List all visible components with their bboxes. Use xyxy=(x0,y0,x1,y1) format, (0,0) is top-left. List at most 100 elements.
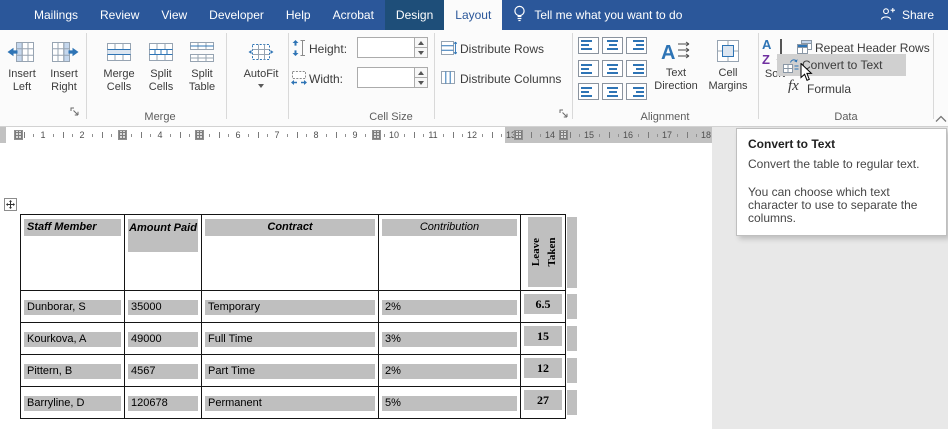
header-cell-contribution[interactable]: Contribution xyxy=(379,215,520,290)
table-cell[interactable]: 5% xyxy=(379,387,520,418)
leave-taken: 27 xyxy=(524,390,562,410)
ruler-column-marker[interactable] xyxy=(14,130,23,140)
table-cell[interactable]: Barryline, D xyxy=(21,387,124,418)
cell-size-dialog-launcher[interactable] xyxy=(559,107,570,125)
formula-button[interactable]: Formula xyxy=(807,82,851,97)
horizontal-ruler: 123456789101112131415161718 xyxy=(0,127,712,143)
tab-acrobat[interactable]: Acrobat xyxy=(322,0,385,30)
tab-layout[interactable]: Layout xyxy=(444,0,502,30)
ruler-tick xyxy=(53,134,54,137)
align-top-center-button[interactable] xyxy=(602,37,623,54)
tab-design[interactable]: Design xyxy=(385,0,444,30)
table-cell[interactable]: Dunborar, S xyxy=(21,291,124,322)
data-group-label: Data xyxy=(762,111,930,123)
ruler-tick xyxy=(336,132,337,138)
share-button[interactable]: Share xyxy=(880,0,934,30)
insert-right-button[interactable]: Insert Right xyxy=(43,35,85,94)
ruler-tick xyxy=(687,132,688,138)
cell-margins-button[interactable]: Cell Margins xyxy=(703,34,753,93)
merge-cells-icon xyxy=(104,35,134,68)
ruler-number: 12 xyxy=(467,130,477,140)
ruler-column-marker[interactable] xyxy=(514,130,523,140)
table-cell[interactable]: 2% xyxy=(379,355,520,386)
tab-developer[interactable]: Developer xyxy=(198,0,275,30)
height-spinner[interactable] xyxy=(414,37,428,58)
split-table-button[interactable]: Split Table xyxy=(181,35,223,94)
ruler-column-marker[interactable] xyxy=(559,130,568,140)
ruler-tick xyxy=(150,134,151,137)
ruler-tick xyxy=(24,132,25,138)
table-cell[interactable]: 12 xyxy=(521,355,565,386)
height-spin-down[interactable] xyxy=(414,47,428,58)
width-spinner[interactable] xyxy=(414,67,428,88)
distribute-rows-button[interactable]: Distribute Rows xyxy=(460,42,544,57)
ruler-number: 17 xyxy=(662,130,672,140)
contribution: 2% xyxy=(382,364,517,379)
ruler-tick xyxy=(72,134,73,137)
collapse-ribbon-button[interactable] xyxy=(935,110,947,128)
ruler-column-marker[interactable] xyxy=(372,130,381,140)
align-bottom-center-button[interactable] xyxy=(602,83,623,100)
split-cells-button[interactable]: Split Cells xyxy=(141,35,181,94)
table-cell[interactable]: Full Time xyxy=(202,323,378,354)
header-cell-amount-paid[interactable]: Amount Paid xyxy=(125,215,201,290)
word-window: Mailings Review View Developer Help Acro… xyxy=(0,0,948,429)
ruler-tick xyxy=(345,134,346,137)
header-contribution-label: Contribution xyxy=(382,219,517,236)
header-cell-contract[interactable]: Contract xyxy=(202,215,378,290)
align-top-right-button[interactable] xyxy=(626,37,647,54)
ribbon-tab-strip: Mailings Review View Developer Help Acro… xyxy=(0,0,948,30)
table-cell[interactable]: Pittern, B xyxy=(21,355,124,386)
align-center-right-button[interactable] xyxy=(626,60,647,77)
tab-help[interactable]: Help xyxy=(275,0,322,30)
ruler-tick xyxy=(228,134,229,137)
table-cell[interactable]: Part Time xyxy=(202,355,378,386)
table-cell[interactable]: Temporary xyxy=(202,291,378,322)
table-move-handle[interactable] xyxy=(4,198,17,211)
width-input[interactable] xyxy=(357,67,415,88)
autofit-button[interactable]: AutoFit xyxy=(238,35,284,88)
table-cell[interactable]: 6.5 xyxy=(521,291,565,322)
rows-columns-dialog-launcher[interactable] xyxy=(70,105,81,123)
align-bottom-right-button[interactable] xyxy=(626,83,647,100)
table-cell[interactable]: 27 xyxy=(521,387,565,418)
ruler-tick xyxy=(531,132,532,138)
table-cell[interactable]: 49000 xyxy=(125,323,201,354)
table-cell[interactable]: Kourkova, A xyxy=(21,323,124,354)
insert-left-button[interactable]: Insert Left xyxy=(1,35,43,94)
ruler-tick xyxy=(131,134,132,137)
tell-me-box[interactable]: Tell me what you want to do xyxy=(512,0,682,30)
header-cell-leave-taken[interactable]: Leave Taken xyxy=(521,215,565,290)
align-center-button[interactable] xyxy=(602,60,623,77)
tab-review[interactable]: Review xyxy=(89,0,150,30)
ruler-tick xyxy=(326,134,327,137)
align-top-left-button[interactable] xyxy=(578,37,599,54)
text-direction-button[interactable]: A Text Direction xyxy=(649,34,703,93)
table-cell[interactable]: Permanent xyxy=(202,387,378,418)
formula-icon: fx xyxy=(788,78,799,95)
tab-mailings[interactable]: Mailings xyxy=(23,0,89,30)
table-cell[interactable]: 3% xyxy=(379,323,520,354)
table-cell[interactable]: 120678 xyxy=(125,387,201,418)
align-center-left-button[interactable] xyxy=(578,60,599,77)
table-cell[interactable]: 15 xyxy=(521,323,565,354)
autofit-dropdown-arrow xyxy=(258,84,264,88)
table-cell[interactable]: 4567 xyxy=(125,355,201,386)
table-cell[interactable]: 35000 xyxy=(125,291,201,322)
ruler-column-marker[interactable] xyxy=(195,130,204,140)
svg-text:A: A xyxy=(661,42,675,64)
ruler-column-marker[interactable] xyxy=(118,130,127,140)
header-cell-staff-member[interactable]: Staff Member xyxy=(21,215,124,290)
convert-to-text-button[interactable]: Convert to Text xyxy=(802,58,882,73)
height-input[interactable] xyxy=(357,37,415,58)
svg-text:A: A xyxy=(762,37,772,52)
cell-margins-icon xyxy=(715,34,741,67)
tab-view[interactable]: View xyxy=(150,0,198,30)
width-spin-down[interactable] xyxy=(414,77,428,88)
align-bottom-left-button[interactable] xyxy=(578,83,599,100)
ruler-tick xyxy=(648,132,649,138)
ruler-number: 14 xyxy=(545,130,555,140)
merge-cells-button[interactable]: Merge Cells xyxy=(97,35,141,94)
distribute-columns-button[interactable]: Distribute Columns xyxy=(460,72,561,87)
table-cell[interactable]: 2% xyxy=(379,291,520,322)
